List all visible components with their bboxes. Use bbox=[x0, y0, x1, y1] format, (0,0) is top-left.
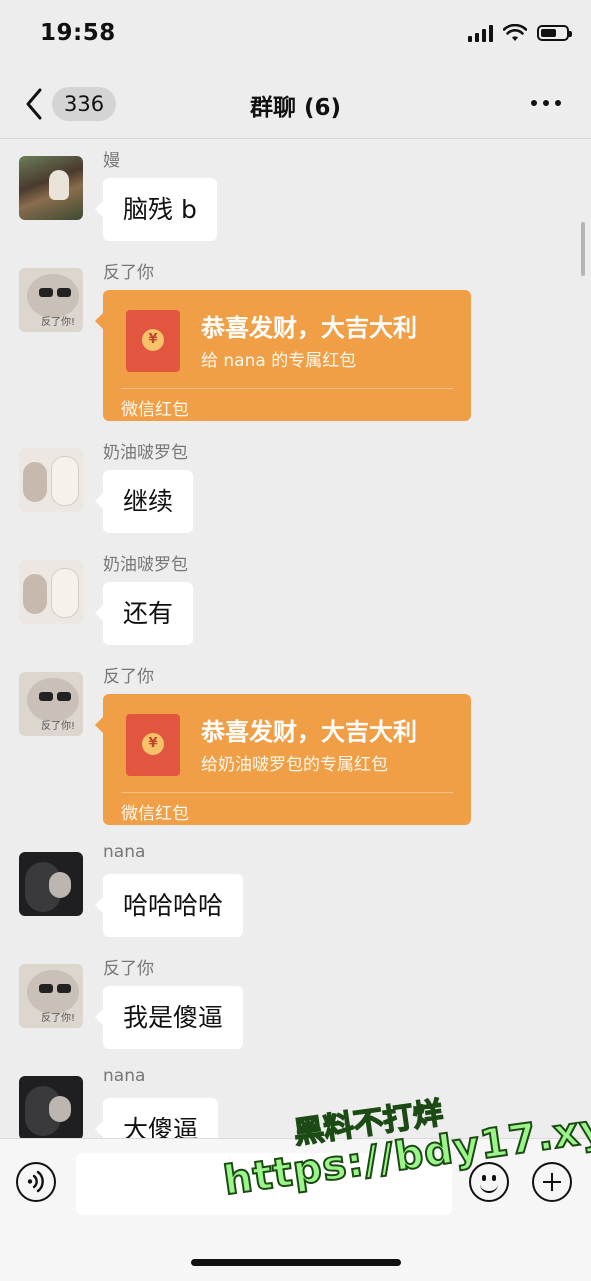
status-time: 19:58 bbox=[40, 20, 116, 46]
sender-name: 奶油啵罗包 bbox=[103, 443, 188, 463]
sender-name: nana bbox=[103, 842, 146, 862]
cellular-signal-icon bbox=[468, 24, 493, 42]
sender-name: 嫚 bbox=[103, 151, 120, 171]
red-packet-icon: ¥ bbox=[126, 310, 180, 372]
red-packet-footer: 微信红包 bbox=[121, 388, 453, 420]
sender-name: 反了你 bbox=[103, 959, 154, 979]
voice-input-icon[interactable] bbox=[16, 1162, 56, 1202]
avatar[interactable] bbox=[19, 448, 83, 512]
battery-icon bbox=[537, 25, 572, 41]
avatar[interactable]: 反了你! bbox=[19, 964, 83, 1028]
more-options-icon[interactable] bbox=[531, 100, 561, 106]
message-bubble[interactable]: 哈哈哈哈 bbox=[94, 874, 244, 937]
red-packet-footer: 微信红包 bbox=[121, 792, 453, 824]
avatar[interactable] bbox=[19, 1076, 83, 1140]
wifi-icon bbox=[503, 24, 527, 41]
status-icons bbox=[468, 24, 572, 42]
red-packet-card[interactable]: ¥ 恭喜发财，大吉大利 给 nana 的专属红包 微信红包 bbox=[95, 290, 471, 421]
red-packet-icon: ¥ bbox=[126, 714, 180, 776]
avatar[interactable]: 反了你! bbox=[19, 672, 83, 736]
sender-name: 反了你 bbox=[103, 263, 154, 283]
avatar-caption: 反了你! bbox=[41, 317, 76, 328]
red-packet-title: 恭喜发财，大吉大利 bbox=[201, 718, 417, 746]
avatar[interactable]: 反了你! bbox=[19, 268, 83, 332]
avatar[interactable] bbox=[19, 156, 83, 220]
red-packet-card[interactable]: ¥ 恭喜发财，大吉大利 给奶油啵罗包的专属红包 微信红包 bbox=[95, 694, 471, 825]
sender-name: 反了你 bbox=[103, 667, 154, 687]
avatar[interactable] bbox=[19, 852, 83, 916]
sender-name: 奶油啵罗包 bbox=[103, 555, 188, 575]
red-packet-subtitle: 给奶油啵罗包的专属红包 bbox=[201, 755, 388, 775]
chat-title: 群聊 (6) bbox=[249, 95, 342, 121]
message-bubble[interactable]: 还有 bbox=[94, 582, 194, 645]
red-packet-subtitle: 给 nana 的专属红包 bbox=[201, 351, 357, 371]
sender-name: nana bbox=[103, 1066, 146, 1086]
avatar[interactable] bbox=[19, 560, 83, 624]
avatar-caption: 反了你! bbox=[41, 721, 76, 732]
status-bar: 19:58 bbox=[0, 0, 591, 70]
scrollbar[interactable] bbox=[581, 222, 585, 276]
home-indicator[interactable] bbox=[191, 1259, 401, 1266]
chat-header: 336 群聊 (6) bbox=[0, 70, 591, 139]
red-packet-title: 恭喜发财，大吉大利 bbox=[201, 314, 417, 342]
avatar-caption: 反了你! bbox=[41, 1013, 76, 1024]
add-more-icon[interactable] bbox=[532, 1162, 572, 1202]
message-bubble[interactable]: 继续 bbox=[94, 470, 194, 533]
message-bubble[interactable]: 我是傻逼 bbox=[94, 986, 244, 1049]
message-bubble[interactable]: 脑残 b bbox=[95, 178, 217, 241]
